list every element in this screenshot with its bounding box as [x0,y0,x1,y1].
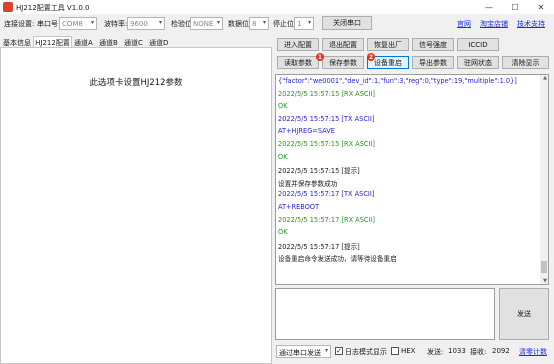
official-site-link[interactable]: 官网 [457,19,471,29]
hex-label: HEX [401,347,416,355]
send-mode-value: 通过串口发送 [279,349,321,357]
title-bar: HJ212配置工具 V1.0.0 — ☐ ✕ [0,0,554,14]
window-title: HJ212配置工具 V1.0.0 [16,4,90,12]
factory-reset-button[interactable]: 恢复出厂 [367,38,409,51]
sent-count-label: 发送: [427,348,444,356]
send-button[interactable]: 发送 [499,288,549,340]
chevron-down-icon: ▾ [216,19,220,26]
recv-count-label: 接收: [470,348,487,356]
log-mode-label: 日志模式显示 [345,348,387,356]
connection-toolbar: 连接设置: 串口号 COM8 ▾ 波特率: 9600 ▾ 检验位 NONE ▾ … [0,14,554,32]
log-line: 设置并保存参数成功 [278,179,338,188]
exit-config-button[interactable]: 退出配置 [322,38,364,51]
log-line: 设备重启命令发送成功，请等待设备重启 [278,255,397,264]
signal-strength-button[interactable]: 信号强度 [412,38,454,51]
clear-display-button[interactable]: 清除显示 [502,56,549,69]
log-scrollbar[interactable]: ▲ ▼ [540,75,548,284]
log-line: 2022/5/5 15:57:15 [TX ASCII] [278,114,375,123]
network-status-button[interactable]: 驻网状态 [457,56,499,69]
send-mode-select[interactable]: 通过串口发送 ▾ [276,345,331,358]
tech-support-link[interactable]: 技术支持 [517,19,545,29]
clear-count-link[interactable]: 清零计数 [519,347,547,357]
connection-settings-label: 连接设置: [4,20,35,28]
baud-select[interactable]: 9600 ▾ [127,17,165,30]
port-value: COM8 [62,20,83,28]
parity-label: 检验位 [171,20,192,28]
log-line: 2022/5/5 15:57:15 [提示] [278,167,360,176]
read-params-button[interactable]: 读取参数 [277,56,319,69]
log-line: AT+REBOOT [278,203,320,211]
log-line: 2022/5/5 15:57:17 [TX ASCII] [278,190,375,199]
log-line: OK [278,152,288,161]
step-badge-1: 1 [316,53,324,61]
port-label: 串口号 [37,20,58,28]
tab-description: 此选项卡设置HJ212参数 [89,78,183,88]
scroll-thumb[interactable] [541,261,547,273]
log-line: 2022/5/5 15:57:17 [RX ASCII] [278,215,375,224]
chevron-down-icon: ▾ [262,19,266,26]
recv-count-value: 2092 [492,347,510,355]
log-line: OK [278,228,288,237]
scroll-down-icon[interactable]: ▼ [543,278,547,284]
log-line: AT+HJREG=SAVE [278,127,335,136]
baud-label: 波特率: [104,20,128,28]
databits-value: 8 [252,20,257,28]
app-icon [3,2,13,12]
hex-checkbox[interactable] [391,347,399,355]
chevron-down-icon: ▾ [307,19,311,26]
chevron-down-icon: ▾ [324,347,328,354]
scroll-up-icon[interactable]: ▲ [543,75,547,81]
log-mode-checkbox[interactable]: ✓ [335,347,343,355]
close-port-button[interactable]: 关闭串口 [322,16,372,30]
parity-select[interactable]: NONE ▾ [190,17,223,30]
stopbits-select[interactable]: 1 ▾ [294,17,314,30]
log-line: 2022/5/5 15:57:15 [RX ASCII] [278,89,375,98]
export-params-button[interactable]: 导出参数 [412,56,454,69]
close-window-button[interactable]: ✕ [528,0,554,14]
maximize-button[interactable]: ☐ [502,0,528,14]
log-output[interactable]: {"factor":"we0001","dev_id":1,"fun":3,"r… [275,74,549,285]
save-params-button[interactable]: 保存参数 [322,56,364,69]
log-line: 2022/5/5 15:57:15 [RX ASCII] [278,140,375,148]
baud-value: 9600 [130,20,148,28]
taobao-store-link[interactable]: 淘宝店铺 [480,19,508,29]
log-line: 2022/5/5 15:57:17 [提示] [278,242,360,251]
parity-value: NONE [193,20,214,28]
databits-select[interactable]: 8 ▾ [249,17,269,30]
minimize-button[interactable]: — [476,0,502,14]
status-bar: 通过串口发送 ▾ ✓ 日志模式显示 HEX 发送: 1033 接收: 2092 … [0,342,554,364]
log-line: {"factor":"we0001","dev_id":1,"fun":3,"r… [278,77,517,85]
stopbits-label: 停止位 [273,20,294,28]
tab-panel: 此选项卡设置HJ212参数 [0,47,272,364]
step-badge-2: 2 [367,53,375,61]
iccid-button[interactable]: ICCID [457,38,499,51]
port-select[interactable]: COM8 ▾ [59,17,97,30]
chevron-down-icon: ▾ [90,19,94,26]
log-line: OK [278,102,288,111]
chevron-down-icon: ▾ [158,19,162,26]
databits-label: 数据位 [228,20,249,28]
sent-count-value: 1033 [448,347,466,355]
send-input[interactable] [275,288,495,340]
enter-config-button[interactable]: 进入配置 [277,38,319,51]
stopbits-value: 1 [297,20,302,28]
